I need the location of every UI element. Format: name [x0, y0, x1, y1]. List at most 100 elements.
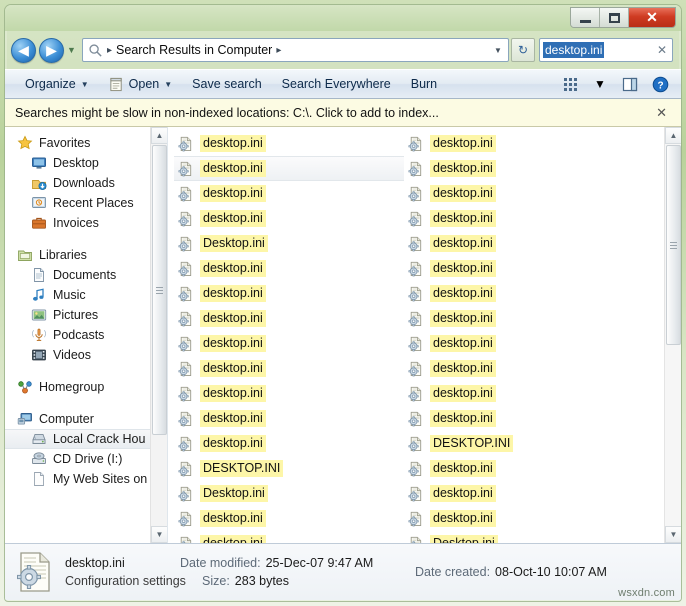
sidebar-scroll-thumb[interactable] [152, 145, 167, 435]
index-notification-bar[interactable]: Searches might be slow in non-indexed lo… [5, 99, 681, 127]
sidebar-group-libraries[interactable]: Libraries [5, 245, 167, 265]
burn-button[interactable]: Burn [401, 72, 447, 96]
file-list-item[interactable]: desktop.ini [404, 456, 634, 481]
sidebar-scroll-up-button[interactable]: ▲ [151, 127, 167, 144]
sidebar-item-recent-places[interactable]: Recent Places [5, 193, 167, 213]
web-sites-icon [34, 472, 44, 486]
list-scroll-down-button[interactable]: ▼ [665, 526, 681, 543]
notepad-icon [110, 77, 122, 91]
forward-button[interactable]: ▶ [39, 37, 64, 63]
file-list-item[interactable]: Desktop.ini [174, 481, 404, 506]
file-list-item[interactable]: desktop.ini [174, 431, 404, 456]
sidebar-item-downloads[interactable]: Downloads [5, 173, 167, 193]
file-list-item[interactable]: desktop.ini [174, 381, 404, 406]
file-list-item[interactable]: desktop.ini [174, 331, 404, 356]
sidebar-item-local-crack-hou[interactable]: Local Crack Hou [5, 429, 167, 449]
file-list-item[interactable]: desktop.ini [174, 181, 404, 206]
file-list-item[interactable]: desktop.ini [174, 531, 404, 543]
search-box[interactable]: desktop.ini ✕ [539, 38, 673, 62]
file-list-item[interactable]: desktop.ini [404, 256, 634, 281]
sidebar-scroll-down-button[interactable]: ▼ [151, 526, 167, 543]
file-list-item[interactable]: desktop.ini [174, 206, 404, 231]
file-list-item[interactable]: desktop.ini [174, 356, 404, 381]
maximize-button[interactable] [600, 8, 629, 27]
back-arrow-icon: ◀ [18, 42, 29, 58]
file-list-item[interactable]: desktop.ini [174, 406, 404, 431]
search-everywhere-button[interactable]: Search Everywhere [272, 72, 401, 96]
organize-button[interactable]: Organize ▼ [15, 72, 99, 96]
change-view-button[interactable] [555, 72, 585, 96]
file-list-item[interactable]: desktop.ini [174, 156, 404, 181]
details-file-name: desktop.ini [65, 556, 125, 570]
sidebar-group-homegroup[interactable]: Homegroup [5, 377, 167, 397]
file-list-item[interactable]: desktop.ini [404, 156, 634, 181]
file-list-item[interactable]: desktop.ini [174, 131, 404, 156]
sidebar-item-cd-drive-i[interactable]: CD Drive (I:) [5, 449, 167, 469]
file-list-item[interactable]: desktop.ini [174, 256, 404, 281]
details-file-type: Configuration settings [65, 574, 186, 588]
open-button[interactable]: Open ▼ [99, 72, 183, 96]
file-list-scrollbar[interactable]: ▲ ▼ [664, 127, 681, 543]
file-name: desktop.ini [200, 310, 266, 327]
minimize-button[interactable] [571, 8, 600, 27]
sidebar-scrollbar[interactable]: ▲ ▼ [150, 127, 167, 543]
notification-close-button[interactable]: ✕ [652, 105, 671, 121]
breadcrumb[interactable]: Search Results in Computer [116, 43, 272, 57]
file-list-item[interactable]: desktop.ini [404, 206, 634, 231]
file-name: desktop.ini [200, 160, 266, 177]
file-list-item[interactable]: desktop.ini [404, 181, 634, 206]
sidebar-group-favorites[interactable]: Favorites [5, 133, 167, 153]
sidebar-item-pictures[interactable]: Pictures [5, 305, 167, 325]
search-clear-button[interactable]: ✕ [654, 43, 670, 57]
file-list-item[interactable]: Desktop.ini [404, 531, 634, 543]
save-search-button[interactable]: Save search [182, 72, 271, 96]
ini-file-icon [408, 311, 422, 326]
file-list-item[interactable]: DESKTOP.INI [404, 431, 634, 456]
file-list-item[interactable]: desktop.ini [174, 281, 404, 306]
file-list-item[interactable]: desktop.ini [404, 481, 634, 506]
file-list-item[interactable]: desktop.ini [404, 331, 634, 356]
list-scroll-up-button[interactable]: ▲ [665, 127, 681, 144]
search-input[interactable]: desktop.ini [543, 42, 605, 58]
ini-file-icon [178, 436, 192, 451]
address-dropdown-button[interactable]: ▼ [490, 39, 506, 61]
ini-file-icon [178, 161, 192, 176]
close-button[interactable]: ✕ [629, 8, 675, 27]
sidebar-item-podcasts[interactable]: Podcasts [5, 325, 167, 345]
file-list-item[interactable]: DESKTOP.INI [174, 456, 404, 481]
ini-file-icon [408, 511, 422, 526]
breadcrumb-separator-trailing[interactable]: ▸ [276, 45, 281, 56]
sidebar-item-my-web-sites-on[interactable]: My Web Sites on [5, 469, 167, 489]
refresh-button[interactable]: ↻ [511, 38, 535, 62]
back-button[interactable]: ◀ [11, 37, 36, 63]
file-list-item[interactable]: desktop.ini [404, 356, 634, 381]
sidebar-item-videos[interactable]: Videos [5, 345, 167, 365]
preview-pane-button[interactable] [615, 72, 645, 96]
sidebar-group-computer[interactable]: Computer [5, 409, 167, 429]
grip-icon [156, 285, 163, 296]
view-dropdown-button[interactable]: ▼ [585, 72, 615, 96]
list-scroll-thumb[interactable] [666, 145, 681, 345]
ini-file-icon [178, 136, 192, 151]
file-list-item[interactable]: desktop.ini [404, 381, 634, 406]
sidebar-item-music[interactable]: Music [5, 285, 167, 305]
sidebar-item-documents[interactable]: Documents [5, 265, 167, 285]
file-list-item[interactable]: desktop.ini [174, 306, 404, 331]
file-list-item[interactable]: desktop.ini [404, 231, 634, 256]
file-list-item[interactable]: Desktop.ini [174, 231, 404, 256]
sidebar-group-label: Favorites [39, 136, 91, 150]
file-list-item[interactable]: desktop.ini [404, 406, 634, 431]
file-columns: desktop.ini desktop.ini desktop.ini desktop… [168, 127, 681, 543]
ini-file-icon [408, 136, 422, 151]
file-list-item[interactable]: desktop.ini [174, 506, 404, 531]
file-list-item[interactable]: desktop.ini [404, 131, 634, 156]
address-bar[interactable]: ▸ Search Results in Computer ▸ ▼ [82, 38, 509, 62]
file-list-item[interactable]: desktop.ini [404, 306, 634, 331]
sidebar-item-desktop[interactable]: Desktop [5, 153, 167, 173]
file-list-item[interactable]: desktop.ini [404, 506, 634, 531]
sidebar-item-invoices[interactable]: Invoices [5, 213, 167, 233]
explorer-window: ✕ ◀ ▶ ▼ ▸ Search Results in Computer ▸ ▼… [4, 4, 682, 602]
recent-locations-button[interactable]: ▼ [64, 38, 79, 62]
help-button[interactable]: ? [645, 72, 675, 96]
file-list-item[interactable]: desktop.ini [404, 281, 634, 306]
